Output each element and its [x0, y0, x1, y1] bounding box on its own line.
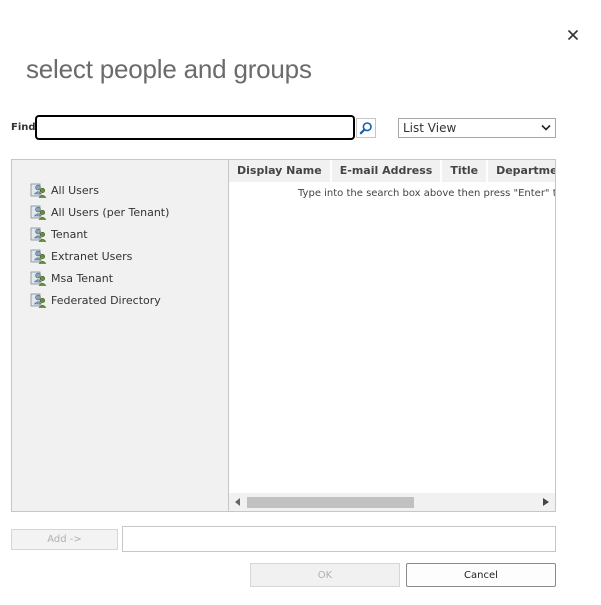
selected-items-field[interactable]: [122, 526, 556, 552]
directory-item-label: Federated Directory: [51, 293, 161, 307]
column-header[interactable]: Title: [442, 160, 489, 182]
user-directory-icon: [30, 205, 47, 220]
picker-panel: All Users All Users (per Tenant) Tenant Ext…: [11, 159, 556, 512]
chevron-down-icon: [541, 124, 551, 131]
directory-item-label: All Users: [51, 183, 99, 197]
view-select-value: List View: [403, 121, 457, 135]
scroll-left-button[interactable]: [229, 493, 247, 511]
directory-item-label: Extranet Users: [51, 249, 133, 263]
triangle-left-icon: [235, 498, 240, 506]
directory-item[interactable]: Extranet Users: [30, 245, 169, 267]
directory-list: All Users All Users (per Tenant) Tenant Ext…: [30, 179, 169, 311]
find-input[interactable]: [36, 116, 354, 139]
column-header[interactable]: Department: [488, 160, 555, 182]
directory-item[interactable]: Tenant: [30, 223, 169, 245]
add-button[interactable]: Add ->: [11, 529, 118, 550]
triangle-right-icon: [543, 498, 549, 506]
scroll-thumb[interactable]: [247, 497, 414, 508]
horizontal-scrollbar[interactable]: [229, 493, 555, 511]
cancel-button[interactable]: Cancel: [406, 563, 556, 587]
dialog-title: select people and groups: [26, 54, 312, 84]
close-button[interactable]: [563, 25, 583, 45]
user-directory-icon: [30, 183, 47, 198]
results-column-headers: Display NameE-mail AddressTitleDepartmen…: [229, 160, 555, 182]
select-people-dialog: select people and groups Find List View …: [0, 0, 601, 605]
user-directory-icon: [30, 227, 47, 242]
search-icon: [359, 122, 372, 135]
user-directory-icon: [30, 293, 47, 308]
directory-item[interactable]: Msa Tenant: [30, 267, 169, 289]
directory-item[interactable]: Federated Directory: [30, 289, 169, 311]
directory-tree: All Users All Users (per Tenant) Tenant Ext…: [12, 160, 229, 511]
directory-item[interactable]: All Users (per Tenant): [30, 201, 169, 223]
results-pane: Display NameE-mail AddressTitleDepartmen…: [229, 160, 555, 511]
user-directory-icon: [30, 271, 47, 286]
search-hint: Type into the search box above then pres…: [298, 188, 555, 199]
directory-item-label: All Users (per Tenant): [51, 205, 170, 219]
directory-item-label: Msa Tenant: [51, 271, 114, 285]
scroll-right-button[interactable]: [537, 493, 555, 511]
search-button[interactable]: [356, 118, 376, 138]
column-header[interactable]: Display Name: [229, 160, 332, 182]
close-icon: [567, 29, 579, 41]
column-header[interactable]: E-mail Address: [331, 160, 443, 182]
directory-item-label: Tenant: [51, 227, 88, 241]
find-label: Find: [11, 122, 36, 133]
ok-button[interactable]: OK: [250, 563, 400, 587]
user-directory-icon: [30, 249, 47, 264]
directory-item[interactable]: All Users: [30, 179, 169, 201]
view-select[interactable]: List View: [398, 118, 556, 138]
